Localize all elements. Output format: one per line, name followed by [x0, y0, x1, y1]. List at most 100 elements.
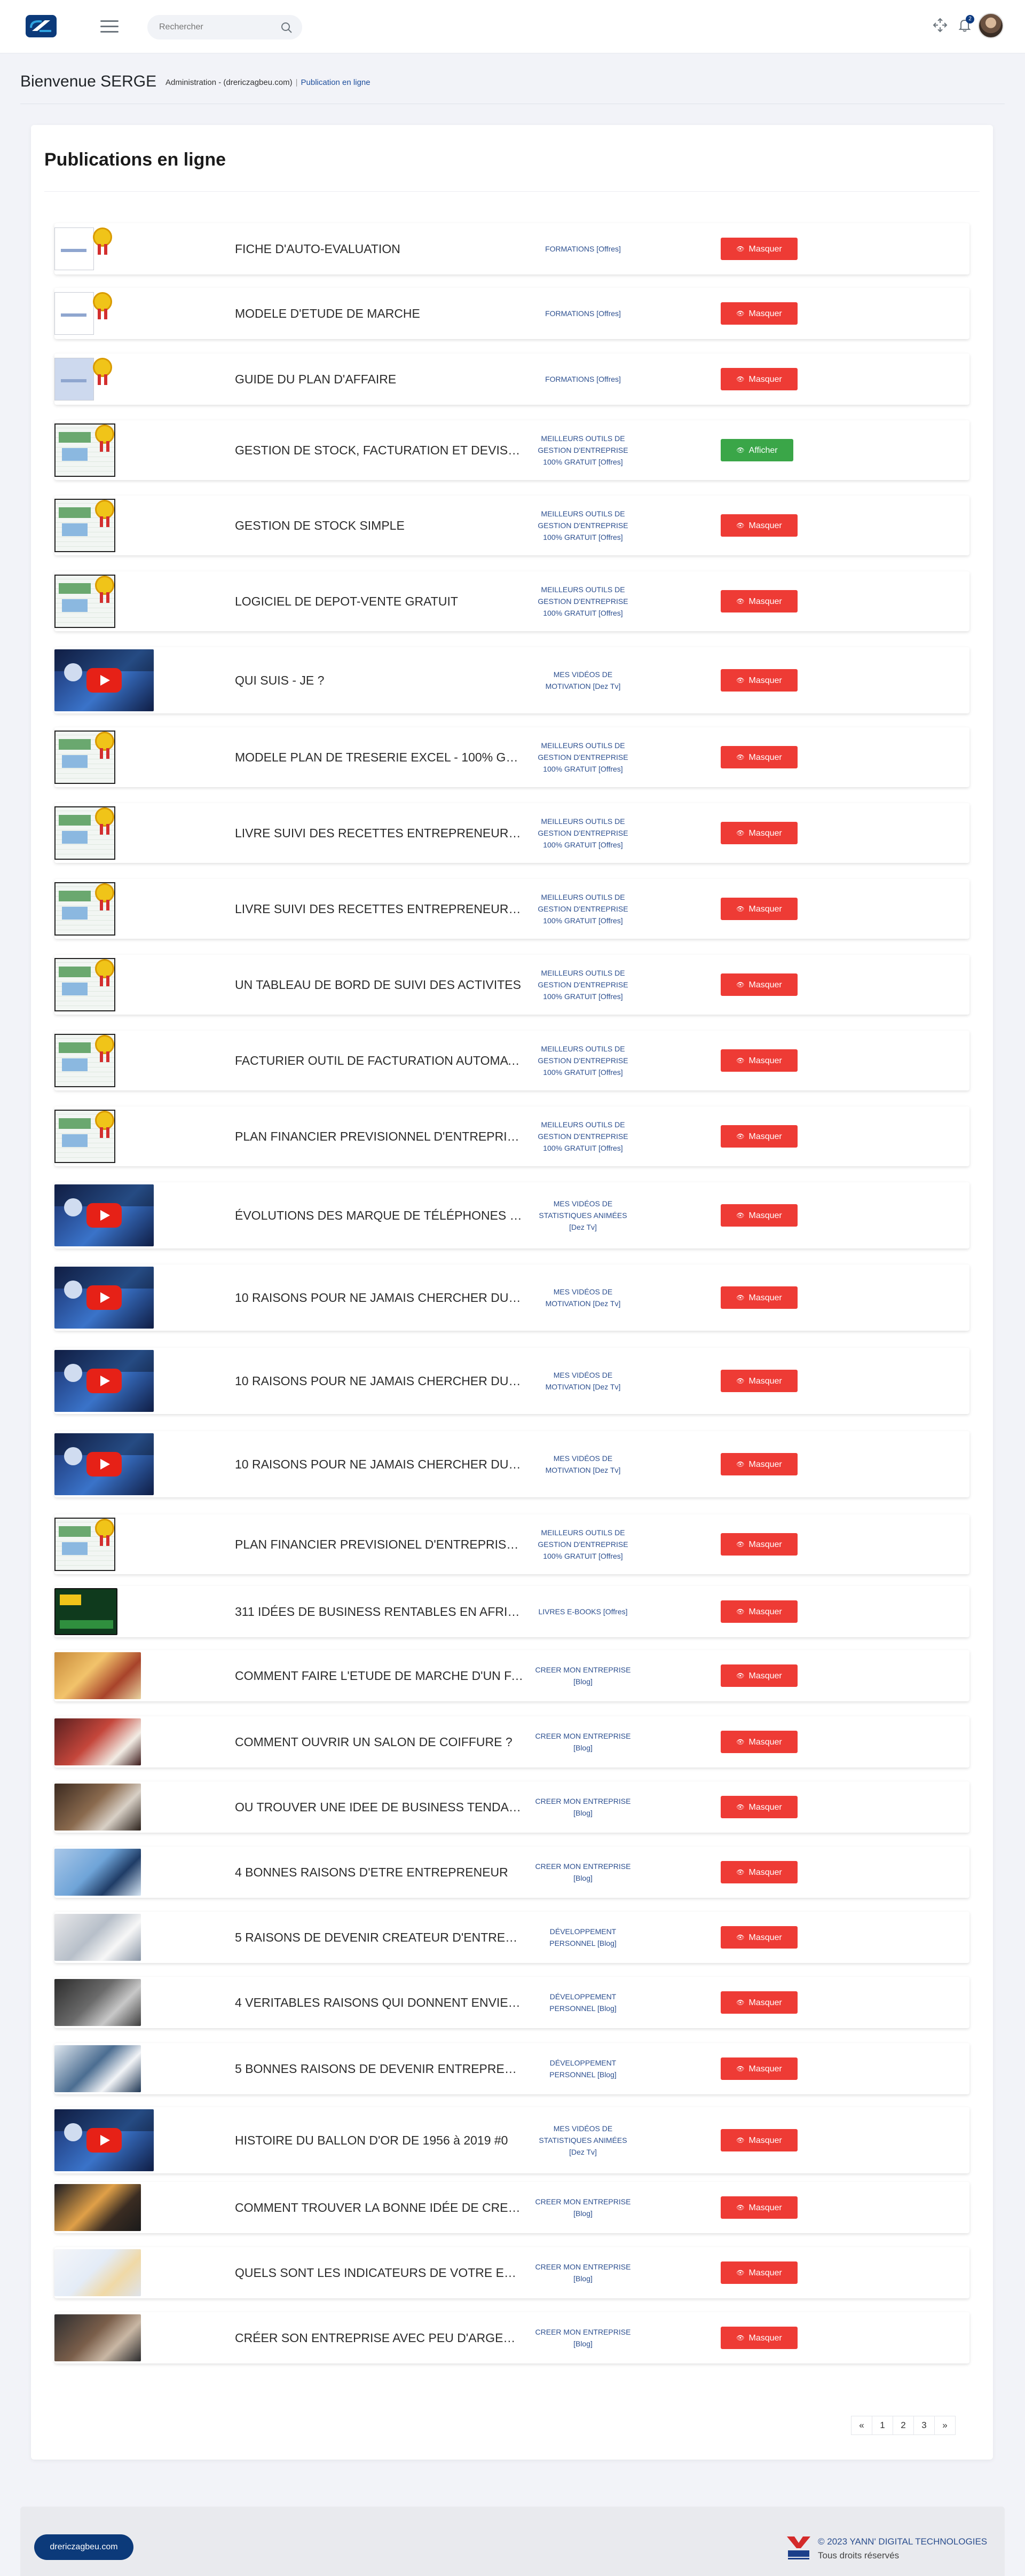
document-thumbnail[interactable] [54, 225, 114, 272]
afficher-button[interactable]: 👁 Afficher [721, 439, 793, 461]
article-thumbnail[interactable] [54, 1914, 141, 1961]
article-thumbnail[interactable] [54, 1718, 141, 1765]
article-thumbnail[interactable] [54, 2045, 141, 2092]
pagination-prev[interactable]: « [851, 2416, 872, 2435]
menu-toggle-icon[interactable] [100, 20, 119, 33]
publication-title[interactable]: HISTOIRE DU BALLON D'OR DE 1956 à 2019 #… [235, 2133, 523, 2148]
publication-title[interactable]: 5 BONNES RAISONS DE DEVENIR ENTREPRENEUR [235, 2062, 523, 2076]
video-thumbnail[interactable] [54, 1350, 154, 1412]
masquer-button[interactable]: 👁 Masquer [721, 1600, 798, 1623]
masquer-button[interactable]: 👁 Masquer [721, 514, 798, 537]
publication-title[interactable]: COMMENT OUVRIR UN SALON DE COIFFURE ? [235, 1735, 523, 1749]
publication-title[interactable]: MODELE D'ETUDE DE MARCHE [235, 307, 523, 321]
pagination-page[interactable]: 1 [872, 2416, 893, 2435]
spreadsheet-thumbnail[interactable] [54, 498, 117, 553]
publication-title[interactable]: MODELE PLAN DE TRESERIE EXCEL - 100% GRA… [235, 750, 523, 765]
publication-title[interactable]: GESTION DE STOCK SIMPLE [235, 519, 523, 533]
pagination-page[interactable]: 2 [893, 2416, 914, 2435]
video-thumbnail[interactable] [54, 1184, 154, 1246]
user-avatar[interactable] [978, 13, 1004, 38]
publication-title[interactable]: UN TABLEAU DE BORD DE SUIVI DES ACTIVITE… [235, 978, 523, 992]
publication-title[interactable]: ÉVOLUTIONS DES MARQUE DE TÉLÉPHONES LES … [235, 1208, 523, 1223]
masquer-button[interactable]: 👁 Masquer [721, 2196, 798, 2219]
publication-title[interactable]: 10 RAISONS POUR NE JAMAIS CHERCHER DU TR… [235, 1291, 523, 1305]
publication-title[interactable]: LIVRE SUIVI DES RECETTES ENTREPRENEURS E… [235, 902, 523, 916]
masquer-button[interactable]: 👁 Masquer [721, 1796, 798, 1818]
masquer-button[interactable]: 👁 Masquer [721, 1370, 798, 1392]
fullscreen-icon[interactable] [932, 17, 948, 33]
masquer-button[interactable]: 👁 Masquer [721, 302, 798, 325]
masquer-button[interactable]: 👁 Masquer [721, 1533, 798, 1556]
publication-title[interactable]: PLAN FINANCIER PREVISIONEL D'ENTREPRISE … [235, 1537, 523, 1552]
publication-title[interactable]: QUELS SONT LES INDICATEURS DE VOTRE ENTR… [235, 2266, 523, 2280]
masquer-button[interactable]: 👁 Masquer [721, 822, 798, 844]
masquer-button[interactable]: 👁 Masquer [721, 1453, 798, 1475]
article-thumbnail[interactable] [54, 2184, 141, 2231]
spreadsheet-thumbnail[interactable] [54, 1517, 117, 1572]
masquer-button[interactable]: 👁 Masquer [721, 2129, 798, 2151]
search-icon[interactable] [281, 22, 293, 34]
spreadsheet-thumbnail[interactable] [54, 574, 117, 629]
masquer-button[interactable]: 👁 Masquer [721, 238, 798, 260]
spreadsheet-thumbnail[interactable] [54, 805, 117, 861]
masquer-button[interactable]: 👁 Masquer [721, 898, 798, 920]
spreadsheet-thumbnail[interactable] [54, 957, 117, 1012]
publication-title[interactable]: FICHE D'AUTO-EVALUATION [235, 242, 523, 256]
spreadsheet-thumbnail[interactable] [54, 1033, 117, 1088]
spreadsheet-thumbnail[interactable] [54, 1109, 117, 1164]
publication-title[interactable]: 5 RAISONS DE DEVENIR CREATEUR D'ENTREPRI… [235, 1930, 523, 1945]
spreadsheet-thumbnail[interactable] [54, 881, 117, 937]
masquer-button[interactable]: 👁 Masquer [721, 1861, 798, 1883]
publication-title[interactable]: 311 IDÉES DE BUSINESS RENTABLES EN AFRIQ… [235, 1605, 523, 1619]
video-thumbnail[interactable] [54, 649, 154, 711]
article-thumbnail[interactable] [54, 2314, 141, 2361]
publication-title[interactable]: COMMENT TROUVER LA BONNE IDÉE DE CREATIO… [235, 2201, 523, 2215]
masquer-button[interactable]: 👁 Masquer [721, 2261, 798, 2284]
breadcrumb-root[interactable]: Administration - (drericzagbeu.com) [165, 78, 293, 87]
pagination-page[interactable]: 3 [913, 2416, 935, 2435]
video-thumbnail[interactable] [54, 1267, 154, 1329]
masquer-button[interactable]: 👁 Masquer [721, 1731, 798, 1753]
publication-title[interactable]: LOGICIEL DE DEPOT-VENTE GRATUIT [235, 594, 523, 609]
masquer-button[interactable]: 👁 Masquer [721, 1664, 798, 1687]
publication-title[interactable]: QUI SUIS - JE ? [235, 673, 523, 688]
masquer-button[interactable]: 👁 Masquer [721, 368, 798, 390]
masquer-button[interactable]: 👁 Masquer [721, 1926, 798, 1949]
masquer-button[interactable]: 👁 Masquer [721, 1286, 798, 1309]
masquer-button[interactable]: 👁 Masquer [721, 1125, 798, 1148]
publication-title[interactable]: 4 VERITABLES RAISONS QUI DONNENT ENVIE D… [235, 1996, 523, 2010]
publication-title[interactable]: OU TROUVER UNE IDEE DE BUSINESS TENDANCE [235, 1800, 523, 1815]
publication-title[interactable]: LIVRE SUIVI DES RECETTES ENTREPRENEURS E… [235, 826, 523, 841]
article-thumbnail[interactable] [54, 2249, 141, 2296]
masquer-button[interactable]: 👁 Masquer [721, 746, 798, 768]
footer-site-link[interactable]: drericzagbeu.com [34, 2534, 133, 2560]
spreadsheet-thumbnail[interactable] [54, 422, 117, 478]
article-thumbnail[interactable] [54, 1979, 141, 2026]
masquer-button[interactable]: 👁 Masquer [721, 1204, 798, 1227]
publication-title[interactable]: FACTURIER OUTIL DE FACTURATION AUTOMATIQ… [235, 1054, 523, 1068]
publication-title[interactable]: PLAN FINANCIER PREVISIONNEL D'ENTREPRISE [235, 1129, 523, 1144]
masquer-button[interactable]: 👁 Masquer [721, 1049, 798, 1072]
ebook-thumbnail[interactable] [54, 1588, 117, 1635]
masquer-button[interactable]: 👁 Masquer [721, 2057, 798, 2080]
article-thumbnail[interactable] [54, 1784, 141, 1831]
publication-title[interactable]: GUIDE DU PLAN D'AFFAIRE [235, 372, 523, 387]
search-input[interactable] [159, 15, 277, 40]
publication-title[interactable]: CRÉER SON ENTREPRISE AVEC PEU D'ARGENT ? [235, 2331, 523, 2345]
publication-title[interactable]: COMMENT FAIRE L'ETUDE DE MARCHE D'UN FAS… [235, 1669, 523, 1683]
masquer-button[interactable]: 👁 Masquer [721, 590, 798, 612]
brand-logo[interactable] [26, 15, 57, 37]
publication-title[interactable]: GESTION DE STOCK, FACTURATION ET DEVIS E… [235, 443, 523, 458]
article-thumbnail[interactable] [54, 1849, 141, 1896]
pagination-next[interactable]: » [934, 2416, 956, 2435]
document-thumbnail[interactable] [54, 356, 114, 403]
spreadsheet-thumbnail[interactable] [54, 729, 117, 785]
masquer-button[interactable]: 👁 Masquer [721, 2327, 798, 2349]
video-thumbnail[interactable] [54, 1433, 154, 1495]
article-thumbnail[interactable] [54, 1652, 141, 1699]
video-thumbnail[interactable] [54, 2109, 154, 2171]
masquer-button[interactable]: 👁 Masquer [721, 1991, 798, 2014]
masquer-button[interactable]: 👁 Masquer [721, 973, 798, 996]
publication-title[interactable]: 10 RAISONS POUR NE JAMAIS CHERCHER DU TR… [235, 1457, 523, 1472]
publication-title[interactable]: 10 RAISONS POUR NE JAMAIS CHERCHER DU TR… [235, 1374, 523, 1388]
